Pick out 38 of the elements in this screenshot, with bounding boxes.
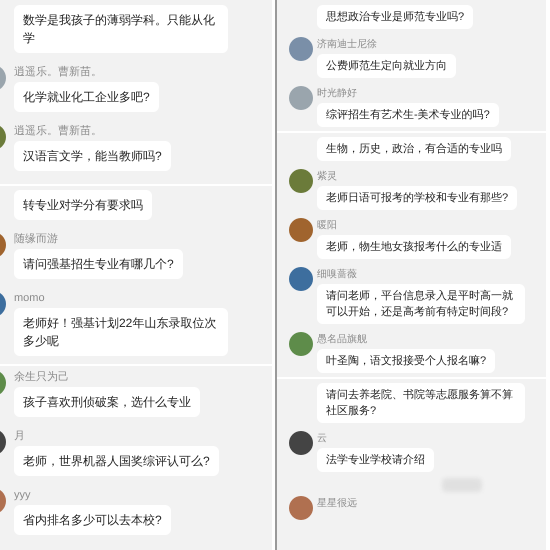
message-bubble: 汉语言文学，能当教师吗? — [14, 141, 171, 171]
message-bubble: 生物，历史，政治，有合适的专业吗 — [317, 137, 511, 161]
sender-name: 云 — [317, 433, 327, 445]
sender-name: 随缘而游 — [14, 232, 58, 246]
avatar[interactable] — [289, 169, 313, 193]
sender-name: 时光静好 — [317, 88, 357, 100]
message-bubble: 老师日语可报考的学校和专业有那些? — [317, 186, 518, 210]
sender-name: momo — [14, 291, 45, 305]
sender-name: 细嗅蔷薇 — [317, 269, 357, 281]
sender-name: 逍遥乐。曹新苗。 — [14, 65, 102, 79]
sender-name: 星星很远 — [317, 498, 357, 510]
message-bubble: 老师，物生地女孩报考什么的专业适 — [317, 235, 511, 259]
sender-name: 紫灵 — [317, 171, 337, 183]
sender-name: 愚名品旗舰 — [317, 334, 367, 346]
message-bubble: 思想政治专业是师范专业吗? — [317, 5, 474, 29]
message-bubble: 化学就业化工企业多吧? — [14, 82, 159, 112]
avatar[interactable] — [289, 218, 313, 242]
avatar[interactable] — [289, 431, 313, 455]
message-bubble: 公费师范生定向就业方向 — [317, 54, 456, 78]
message-bubble: 请问老师，平台信息录入是平时高一就可以开始，还是高考前有特定时间段? — [317, 284, 525, 324]
message-bubble: 叶圣陶，语文报接受个人报名嘛? — [317, 349, 496, 373]
message-bubble: 省内排名多少可以去本校? — [14, 505, 171, 535]
message-bubble: 老师，世界机器人国奖综评认可么? — [14, 446, 219, 476]
message-bubble: 孩子喜欢刑侦破案，选什么专业 — [14, 387, 200, 417]
message-bubble: 转专业对学分有要求吗 — [14, 190, 152, 220]
message-bubble: 数学是我孩子的薄弱学科。只能从化学 — [14, 5, 228, 53]
sender-name: 月 — [14, 429, 25, 443]
message-bubble: 请问强基招生专业有哪几个? — [14, 249, 183, 279]
avatar[interactable] — [289, 267, 313, 291]
sender-name: 济南迪士尼徐 — [317, 39, 377, 51]
message-bubble: 综评招生有艺术生-美术专业的吗? — [317, 103, 499, 127]
sender-name: 余生只为己 — [14, 370, 69, 384]
message-bubble: 老师好！强基计划22年山东录取位次多少呢 — [14, 308, 228, 356]
sender-name: 逍遥乐。曹新苗。 — [14, 124, 102, 138]
sender-name: yyy — [14, 488, 30, 502]
sender-name: 暖阳 — [317, 220, 337, 232]
message-bubble: 法学专业学校请介绍 — [317, 448, 434, 472]
message-bubble: 请问去养老院、书院等志愿服务算不算社区服务? — [317, 383, 525, 423]
